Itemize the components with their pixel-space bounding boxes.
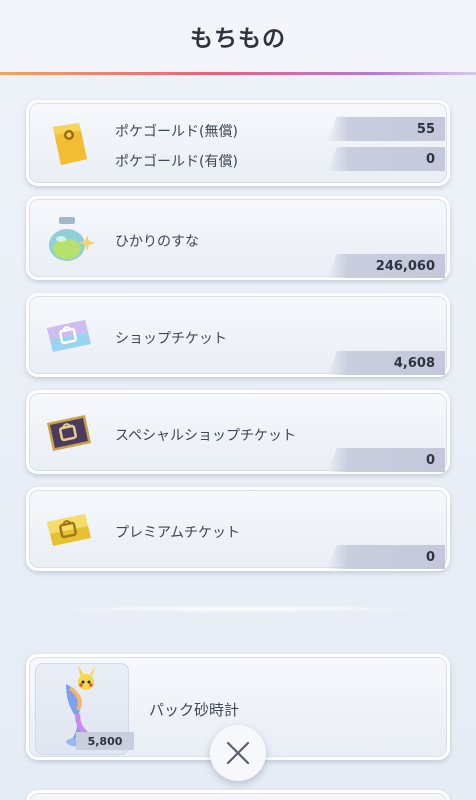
pack-hourglass-count: 5,800 (76, 732, 134, 750)
close-icon (226, 741, 250, 765)
pack-hourglass-thumb: 5,800 (35, 663, 134, 755)
item-card-shop-ticket: ショップチケット 4,608 (26, 293, 450, 377)
premium-ticket-value: 0 (327, 545, 445, 569)
item-card-pokegold: ポケゴールド(無償) 55 ポケゴールド(有償) 0 (26, 100, 450, 186)
shop-ticket-value: 4,608 (327, 351, 445, 375)
item-card-next (26, 790, 450, 800)
pokegold-paid-value: 0 (327, 147, 445, 171)
shop-ticket-icon (47, 320, 91, 352)
special-shop-ticket-value: 0 (327, 448, 445, 472)
pokegold-free-value: 55 (327, 117, 445, 141)
item-card-stardust: ひかりのすな 246,060 (26, 196, 450, 280)
premium-ticket-label: プレミアムチケット (115, 525, 241, 541)
page-title: もちもの (190, 26, 286, 52)
gold-bar-icon (53, 123, 87, 165)
stardust-bottle-icon (49, 217, 95, 261)
section-divider (40, 605, 436, 613)
stardust-label: ひかりのすな (115, 234, 199, 250)
header: もちもの (0, 0, 476, 72)
premium-ticket-icon (47, 514, 91, 546)
pack-hourglass-label: パック砂時計 (149, 701, 240, 719)
close-button[interactable] (210, 725, 266, 781)
shop-ticket-label: ショップチケット (115, 331, 227, 347)
special-shop-ticket-icon (47, 415, 91, 451)
stardust-value: 246,060 (327, 254, 445, 278)
item-card-special-shop-ticket: スペシャルショップチケット 0 (26, 390, 450, 474)
pokegold-paid-label: ポケゴールド(有償) (115, 154, 238, 170)
special-shop-ticket-label: スペシャルショップチケット (115, 428, 297, 444)
item-card-premium-ticket: プレミアムチケット 0 (26, 487, 450, 571)
pokegold-free-label: ポケゴールド(無償) (115, 124, 238, 140)
header-accent-line (0, 72, 476, 75)
